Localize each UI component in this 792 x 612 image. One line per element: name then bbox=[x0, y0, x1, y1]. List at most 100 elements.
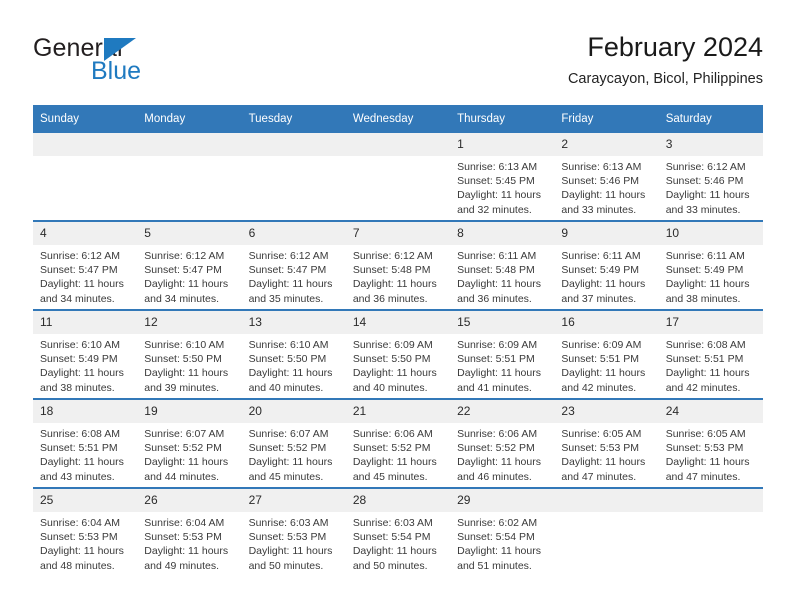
daylight-duration: Daylight: 11 hours and 45 minutes. bbox=[248, 456, 333, 483]
sunrise-time: Sunrise: 6:10 AM bbox=[248, 339, 329, 351]
sunset-time: Sunset: 5:54 PM bbox=[457, 531, 535, 544]
calendar-cell-empty bbox=[345, 133, 451, 221]
sunrise-time: Sunrise: 6:07 AM bbox=[248, 428, 329, 440]
daylight-duration: Daylight: 11 hours and 46 minutes. bbox=[457, 456, 541, 483]
daylight-duration: Daylight: 11 hours and 48 minutes. bbox=[40, 545, 124, 572]
sunset-time: Sunset: 5:52 PM bbox=[352, 442, 431, 455]
sunset-time: Sunset: 5:47 PM bbox=[248, 264, 327, 277]
sunset-time: Sunset: 5:51 PM bbox=[561, 353, 640, 366]
page-subtitle: Caraycayon, Bicol, Philippines bbox=[567, 71, 763, 87]
sunrise-time: Sunrise: 6:12 AM bbox=[144, 250, 225, 262]
calendar-day-cell[interactable]: 15 Sunrise: 6:09 AM Sunset: 5:51 PM Dayligh… bbox=[450, 309, 555, 399]
calendar-day-cell[interactable]: 22 Sunrise: 6:06 AM Sunset: 5:52 PM Dayligh… bbox=[450, 398, 555, 488]
daylight-duration: Daylight: 11 hours and 36 minutes. bbox=[352, 278, 437, 305]
calendar-day-cell[interactable]: 1 Sunrise: 6:13 AM Sunset: 5:45 PM Daylight… bbox=[450, 133, 555, 221]
day-number: 17 bbox=[658, 311, 763, 334]
sunrise-time: Sunrise: 6:08 AM bbox=[40, 428, 120, 440]
day-details: Sunrise: 6:13 AM Sunset: 5:46 PM Daylight:… bbox=[554, 156, 658, 217]
sunrise-time: Sunrise: 6:09 AM bbox=[457, 339, 538, 351]
calendar-day-cell[interactable]: 7 Sunrise: 6:12 AM Sunset: 5:48 PM Daylight… bbox=[345, 220, 451, 310]
calendar-day-cell[interactable]: 14 Sunrise: 6:09 AM Sunset: 5:50 PM Dayligh… bbox=[345, 309, 451, 399]
calendar-day-cell[interactable]: 20 Sunrise: 6:07 AM Sunset: 5:52 PM Dayligh… bbox=[241, 398, 346, 488]
weekday-header-tuesday: Tuesday bbox=[241, 105, 346, 133]
calendar-day-cell[interactable]: 28 Sunrise: 6:03 AM Sunset: 5:54 PM Dayligh… bbox=[345, 487, 451, 576]
day-details: Sunrise: 6:08 AM Sunset: 5:51 PM Daylight:… bbox=[33, 423, 137, 484]
calendar-day-cell[interactable]: 26 Sunrise: 6:04 AM Sunset: 5:53 PM Dayligh… bbox=[137, 487, 242, 576]
day-details: Sunrise: 6:10 AM Sunset: 5:50 PM Daylight:… bbox=[137, 334, 241, 395]
page-title: February 2024 bbox=[587, 32, 763, 62]
calendar-day-cell[interactable]: 21 Sunrise: 6:06 AM Sunset: 5:52 PM Dayligh… bbox=[345, 398, 451, 488]
day-details: Sunrise: 6:03 AM Sunset: 5:54 PM Daylight:… bbox=[346, 512, 450, 573]
day-number bbox=[241, 133, 346, 156]
sunset-time: Sunset: 5:46 PM bbox=[561, 175, 640, 188]
day-details: Sunrise: 6:05 AM Sunset: 5:53 PM Daylight:… bbox=[554, 423, 658, 484]
sunrise-time: Sunrise: 6:04 AM bbox=[144, 517, 225, 529]
general-blue-logo[interactable]: General Blue bbox=[33, 33, 263, 95]
day-number: 5 bbox=[137, 222, 242, 245]
sunrise-time: Sunrise: 6:08 AM bbox=[665, 339, 746, 351]
calendar-day-cell[interactable]: 23 Sunrise: 6:05 AM Sunset: 5:53 PM Dayligh… bbox=[554, 398, 659, 488]
calendar-week-row: 25 Sunrise: 6:04 AM Sunset: 5:53 PM Dayligh… bbox=[33, 487, 763, 576]
sunrise-time: Sunrise: 6:09 AM bbox=[561, 339, 642, 351]
day-details: Sunrise: 6:08 AM Sunset: 5:51 PM Daylight:… bbox=[659, 334, 763, 395]
calendar-day-cell[interactable]: 9 Sunrise: 6:11 AM Sunset: 5:49 PM Daylight… bbox=[554, 220, 659, 310]
calendar-day-cell[interactable]: 27 Sunrise: 6:03 AM Sunset: 5:53 PM Dayligh… bbox=[241, 487, 346, 576]
calendar-day-cell[interactable]: 6 Sunrise: 6:12 AM Sunset: 5:47 PM Daylight… bbox=[241, 220, 346, 310]
calendar-day-cell[interactable]: 13 Sunrise: 6:10 AM Sunset: 5:50 PM Dayligh… bbox=[241, 309, 346, 399]
sunrise-time: Sunrise: 6:11 AM bbox=[665, 250, 745, 262]
calendar-day-cell[interactable]: 12 Sunrise: 6:10 AM Sunset: 5:50 PM Dayligh… bbox=[137, 309, 242, 399]
sunset-time: Sunset: 5:49 PM bbox=[665, 264, 744, 277]
calendar-day-cell[interactable]: 5 Sunrise: 6:12 AM Sunset: 5:47 PM Daylight… bbox=[137, 220, 242, 310]
day-number: 16 bbox=[554, 311, 659, 334]
calendar-day-cell[interactable]: 16 Sunrise: 6:09 AM Sunset: 5:51 PM Dayligh… bbox=[554, 309, 659, 399]
calendar-day-cell[interactable]: 4 Sunrise: 6:12 AM Sunset: 5:47 PM Daylight… bbox=[33, 220, 138, 310]
calendar-day-cell[interactable]: 18 Sunrise: 6:08 AM Sunset: 5:51 PM Dayligh… bbox=[33, 398, 138, 488]
calendar-day-cell[interactable]: 24 Sunrise: 6:05 AM Sunset: 5:53 PM Dayligh… bbox=[658, 398, 763, 488]
day-number: 10 bbox=[658, 222, 763, 245]
day-number: 26 bbox=[137, 489, 242, 512]
calendar-day-cell[interactable]: 8 Sunrise: 6:11 AM Sunset: 5:48 PM Daylight… bbox=[450, 220, 555, 310]
sunset-time: Sunset: 5:54 PM bbox=[352, 531, 431, 544]
calendar-day-cell[interactable]: 19 Sunrise: 6:07 AM Sunset: 5:52 PM Dayligh… bbox=[137, 398, 242, 488]
calendar-day-cell[interactable]: 2 Sunrise: 6:13 AM Sunset: 5:46 PM Daylight… bbox=[554, 133, 659, 221]
weekday-header-sunday: Sunday bbox=[33, 105, 138, 133]
sunrise-time: Sunrise: 6:04 AM bbox=[40, 517, 120, 529]
day-number bbox=[33, 133, 138, 156]
sunset-time: Sunset: 5:47 PM bbox=[40, 264, 118, 277]
day-details: Sunrise: 6:05 AM Sunset: 5:53 PM Daylight:… bbox=[659, 423, 763, 484]
calendar-week-row: 11 Sunrise: 6:10 AM Sunset: 5:49 PM Dayligh… bbox=[33, 309, 763, 399]
day-number: 19 bbox=[137, 400, 242, 423]
day-details: Sunrise: 6:10 AM Sunset: 5:50 PM Daylight:… bbox=[242, 334, 346, 395]
calendar-day-cell[interactable]: 3 Sunrise: 6:12 AM Sunset: 5:46 PM Daylight… bbox=[658, 133, 763, 221]
sunrise-time: Sunrise: 6:10 AM bbox=[40, 339, 120, 351]
sunset-time: Sunset: 5:45 PM bbox=[457, 175, 535, 188]
calendar-day-cell[interactable]: 11 Sunrise: 6:10 AM Sunset: 5:49 PM Dayligh… bbox=[33, 309, 138, 399]
daylight-duration: Daylight: 11 hours and 33 minutes. bbox=[561, 189, 646, 216]
sunrise-time: Sunrise: 6:03 AM bbox=[248, 517, 329, 529]
daylight-duration: Daylight: 11 hours and 49 minutes. bbox=[144, 545, 229, 572]
day-number: 4 bbox=[33, 222, 138, 245]
day-details: Sunrise: 6:02 AM Sunset: 5:54 PM Daylight:… bbox=[450, 512, 554, 573]
sunrise-time: Sunrise: 6:12 AM bbox=[248, 250, 329, 262]
sunrise-time: Sunrise: 6:10 AM bbox=[144, 339, 225, 351]
day-details: Sunrise: 6:07 AM Sunset: 5:52 PM Daylight:… bbox=[137, 423, 241, 484]
daylight-duration: Daylight: 11 hours and 42 minutes. bbox=[665, 367, 750, 394]
day-details: Sunrise: 6:07 AM Sunset: 5:52 PM Daylight:… bbox=[242, 423, 346, 484]
calendar-day-cell[interactable]: 10 Sunrise: 6:11 AM Sunset: 5:49 PM Dayligh… bbox=[658, 220, 763, 310]
calendar-day-cell[interactable]: 25 Sunrise: 6:04 AM Sunset: 5:53 PM Dayligh… bbox=[33, 487, 138, 576]
calendar-cell-empty bbox=[658, 487, 763, 576]
day-number: 2 bbox=[554, 133, 659, 156]
day-details: Sunrise: 6:12 AM Sunset: 5:48 PM Daylight:… bbox=[346, 245, 450, 306]
sunset-time: Sunset: 5:47 PM bbox=[144, 264, 222, 277]
calendar-day-cell[interactable]: 29 Sunrise: 6:02 AM Sunset: 5:54 PM Dayligh… bbox=[450, 487, 555, 576]
daylight-duration: Daylight: 11 hours and 47 minutes. bbox=[561, 456, 646, 483]
daylight-duration: Daylight: 11 hours and 47 minutes. bbox=[665, 456, 750, 483]
sunset-time: Sunset: 5:51 PM bbox=[665, 353, 744, 366]
day-number: 1 bbox=[450, 133, 555, 156]
day-details: Sunrise: 6:03 AM Sunset: 5:53 PM Daylight:… bbox=[242, 512, 346, 573]
daylight-duration: Daylight: 11 hours and 38 minutes. bbox=[40, 367, 124, 394]
day-details: Sunrise: 6:12 AM Sunset: 5:47 PM Daylight:… bbox=[33, 245, 137, 306]
daylight-duration: Daylight: 11 hours and 42 minutes. bbox=[561, 367, 646, 394]
daylight-duration: Daylight: 11 hours and 50 minutes. bbox=[248, 545, 333, 572]
calendar-day-cell[interactable]: 17 Sunrise: 6:08 AM Sunset: 5:51 PM Dayligh… bbox=[658, 309, 763, 399]
